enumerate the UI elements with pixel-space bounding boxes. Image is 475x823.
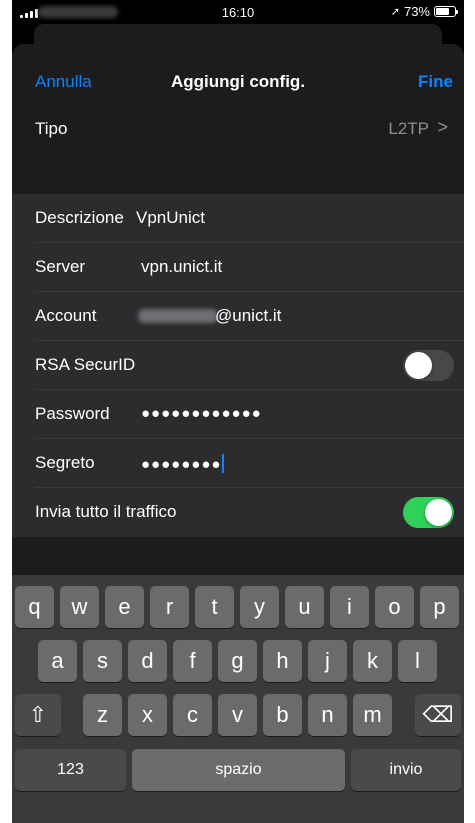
secret-label: Segreto bbox=[35, 453, 95, 472]
battery-icon bbox=[434, 6, 458, 17]
account-label: Account bbox=[35, 306, 97, 325]
key-v[interactable]: v bbox=[218, 694, 257, 736]
return-key[interactable]: invio bbox=[351, 749, 461, 791]
key-i[interactable]: i bbox=[330, 586, 369, 628]
key-r[interactable]: r bbox=[150, 586, 189, 628]
rsa-securid-row: RSA SecurID bbox=[12, 341, 464, 390]
account-username-redacted bbox=[138, 309, 218, 323]
send-all-traffic-label: Invia tutto il traffico bbox=[35, 502, 177, 521]
keyboard: q w e r t y u i o p a s d f g h j k l ⇧ z x c v b n m ⌫ 123 spazio inv… bbox=[12, 575, 464, 823]
space-bar[interactable]: spazio bbox=[132, 749, 345, 791]
key-f[interactable]: f bbox=[173, 640, 212, 682]
toggle-knob bbox=[425, 499, 452, 526]
page-title: Aggiungi config. bbox=[170, 72, 306, 91]
secret-field[interactable]: ●●●●●●●● bbox=[141, 456, 221, 473]
key-g[interactable]: g bbox=[218, 640, 257, 682]
location-icon: ➚ bbox=[390, 6, 400, 18]
text-cursor bbox=[222, 454, 225, 473]
key-n[interactable]: n bbox=[308, 694, 347, 736]
battery-percent: 73% bbox=[403, 4, 430, 19]
send-all-traffic-row: Invia tutto il traffico bbox=[12, 488, 464, 537]
key-q[interactable]: q bbox=[15, 586, 54, 628]
description-label: Descrizione bbox=[35, 208, 124, 227]
password-label: Password bbox=[35, 404, 110, 423]
key-x[interactable]: x bbox=[128, 694, 167, 736]
key-z[interactable]: z bbox=[83, 694, 122, 736]
key-p[interactable]: p bbox=[420, 586, 459, 628]
key-u[interactable]: u bbox=[285, 586, 324, 628]
phone-screen: 16:10 ➚ 73% Annulla Aggiungi config. Fin… bbox=[12, 0, 464, 823]
password-row[interactable]: Password ●●●●●●●●●●●● bbox=[12, 390, 464, 439]
account-field[interactable]: @unict.it bbox=[215, 306, 281, 326]
secret-row[interactable]: Segreto ●●●●●●●● bbox=[12, 439, 464, 488]
server-row[interactable]: Server vpn.unict.it bbox=[12, 243, 464, 292]
chevron-right-icon: > bbox=[437, 117, 448, 137]
status-bar: 16:10 ➚ 73% bbox=[12, 0, 464, 24]
key-c[interactable]: c bbox=[173, 694, 212, 736]
shift-key[interactable]: ⇧ bbox=[15, 694, 61, 736]
rsa-securid-label: RSA SecurID bbox=[35, 355, 136, 374]
description-row[interactable]: Descrizione VpnUnict bbox=[12, 194, 464, 243]
key-y[interactable]: y bbox=[240, 586, 279, 628]
key-b[interactable]: b bbox=[263, 694, 302, 736]
key-h[interactable]: h bbox=[263, 640, 302, 682]
server-field[interactable]: vpn.unict.it bbox=[141, 257, 222, 277]
key-t[interactable]: t bbox=[195, 586, 234, 628]
key-a[interactable]: a bbox=[38, 640, 77, 682]
battery-indicator: ➚ 73% bbox=[390, 4, 458, 19]
navigation-bar: Annulla Aggiungi config. Fine bbox=[12, 44, 464, 112]
account-row[interactable]: Account @unict.it bbox=[12, 292, 464, 341]
type-row[interactable]: Tipo L2TP > bbox=[12, 105, 464, 154]
toggle-knob bbox=[405, 352, 432, 379]
password-field[interactable]: ●●●●●●●●●●●● bbox=[141, 405, 262, 422]
key-s[interactable]: s bbox=[83, 640, 122, 682]
key-j[interactable]: j bbox=[308, 640, 347, 682]
done-button[interactable]: Fine bbox=[418, 72, 453, 92]
section-gap bbox=[12, 154, 464, 194]
rsa-securid-toggle[interactable] bbox=[403, 350, 454, 381]
send-all-traffic-toggle[interactable] bbox=[403, 497, 454, 528]
key-o[interactable]: o bbox=[375, 586, 414, 628]
server-label: Server bbox=[35, 257, 86, 276]
type-value: L2TP bbox=[388, 119, 429, 138]
key-w[interactable]: w bbox=[60, 586, 99, 628]
key-m[interactable]: m bbox=[353, 694, 392, 736]
backspace-key[interactable]: ⌫ bbox=[415, 694, 461, 736]
key-k[interactable]: k bbox=[353, 640, 392, 682]
underlying-sheet bbox=[34, 24, 442, 44]
numbers-key[interactable]: 123 bbox=[15, 749, 126, 791]
type-label: Tipo bbox=[35, 119, 68, 138]
secret-field-wrap[interactable]: ●●●●●●●● bbox=[141, 454, 225, 473]
key-e[interactable]: e bbox=[105, 586, 144, 628]
key-l[interactable]: l bbox=[398, 640, 437, 682]
key-d[interactable]: d bbox=[128, 640, 167, 682]
description-field[interactable]: VpnUnict bbox=[136, 208, 205, 228]
